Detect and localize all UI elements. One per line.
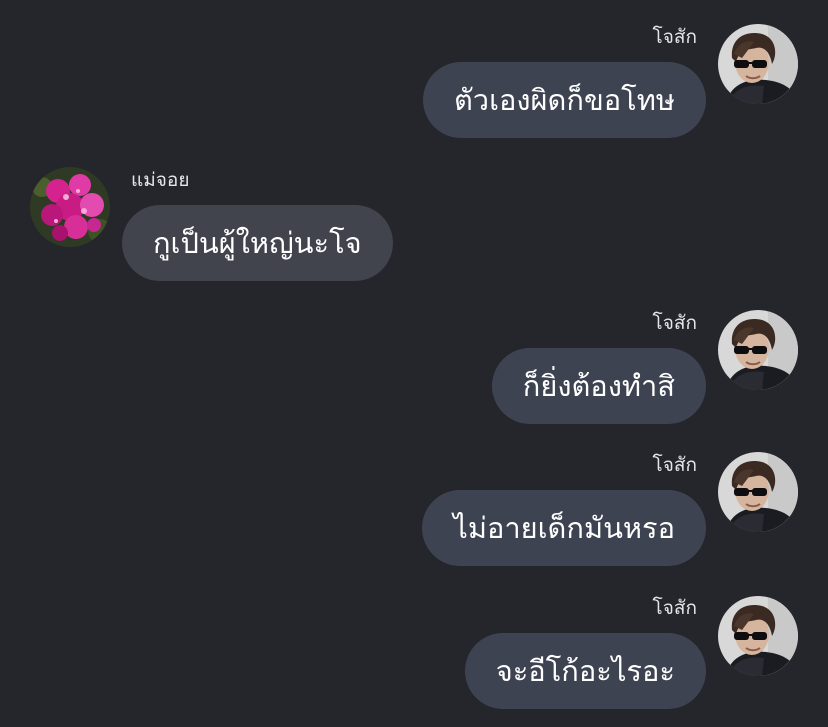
avatar[interactable]	[718, 24, 798, 104]
user-photo-icon	[718, 596, 798, 676]
user-photo-icon	[718, 310, 798, 390]
message-bubble[interactable]: ก็ยิ่งต้องทำสิ	[491, 348, 706, 424]
sender-name: โจสัก	[652, 597, 697, 619]
message-bubble[interactable]: ตัวเองผิดก็ขอโทษ	[422, 62, 706, 138]
sender-name: โจสัก	[652, 454, 697, 476]
user-photo-icon	[30, 167, 110, 247]
message-bubble[interactable]: กูเป็นผู้ใหญ่นะโจ	[122, 205, 393, 281]
avatar[interactable]	[718, 310, 798, 390]
avatar[interactable]	[30, 167, 110, 247]
message-bubble[interactable]: ไม่อายเด็กมันหรอ	[422, 490, 706, 566]
sender-name: โจสัก	[652, 312, 697, 334]
avatar[interactable]	[718, 452, 798, 532]
sender-name: แม่จอย	[131, 169, 190, 191]
user-photo-icon	[718, 24, 798, 104]
chat-thread: โจสัก ตัวเองผิดก็ขอโทษ แม่จอย กูเป็นผู้ใ…	[0, 0, 828, 727]
user-photo-icon	[718, 452, 798, 532]
avatar[interactable]	[718, 596, 798, 676]
message-bubble[interactable]: จะอีโก้อะไรอะ	[464, 633, 706, 709]
sender-name: โจสัก	[652, 26, 697, 48]
